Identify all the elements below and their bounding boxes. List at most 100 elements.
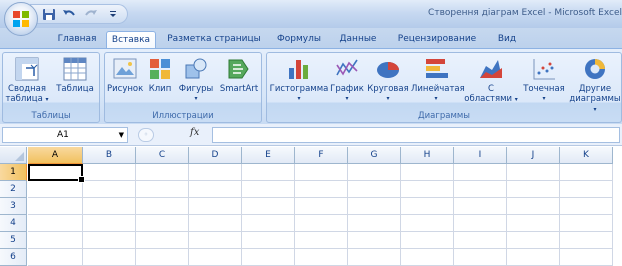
cell-g1[interactable] (348, 164, 401, 181)
row-header-1[interactable]: 1 (0, 164, 27, 181)
column-header-g[interactable]: G (348, 147, 401, 164)
cell-h4[interactable] (401, 215, 454, 232)
cell-b1[interactable] (83, 164, 136, 181)
pivot-table-button[interactable]: Сводная таблица ▾ (5, 56, 49, 105)
cell-e3[interactable] (242, 198, 295, 215)
cell-a5[interactable] (28, 232, 83, 249)
cell-k2[interactable] (560, 181, 613, 198)
cell-k1[interactable] (560, 164, 613, 181)
formula-cancel-icon[interactable]: ◦ (138, 128, 154, 142)
cell-j2[interactable] (507, 181, 560, 198)
cell-d6[interactable] (189, 249, 242, 266)
cell-c6[interactable] (136, 249, 189, 266)
customize-icon[interactable] (108, 8, 118, 21)
cell-g3[interactable] (348, 198, 401, 215)
cell-f6[interactable] (295, 249, 348, 266)
cell-e2[interactable] (242, 181, 295, 198)
line-chart-button[interactable]: График ▾ (329, 56, 365, 104)
cell-i3[interactable] (454, 198, 507, 215)
cell-h5[interactable] (401, 232, 454, 249)
cell-i2[interactable] (454, 181, 507, 198)
tab-data[interactable]: Данные (332, 31, 384, 48)
area-chart-button[interactable]: С областями ▾ (463, 56, 519, 105)
cell-f1[interactable] (295, 164, 348, 181)
cell-a2[interactable] (28, 181, 83, 198)
cell-b3[interactable] (83, 198, 136, 215)
cell-g4[interactable] (348, 215, 401, 232)
row-header-4[interactable]: 4 (0, 215, 27, 232)
cell-c3[interactable] (136, 198, 189, 215)
cell-k4[interactable] (560, 215, 613, 232)
cell-k6[interactable] (560, 249, 613, 266)
cell-d1[interactable] (189, 164, 242, 181)
cell-g2[interactable] (348, 181, 401, 198)
cell-f2[interactable] (295, 181, 348, 198)
pie-chart-button[interactable]: Круговая ▾ (367, 56, 409, 104)
bar-chart-button[interactable]: Линейчатая ▾ (411, 56, 465, 104)
cell-c2[interactable] (136, 181, 189, 198)
shapes-button[interactable]: Фигуры ▾ (177, 56, 215, 104)
cell-b6[interactable] (83, 249, 136, 266)
cell-h2[interactable] (401, 181, 454, 198)
tab-home[interactable]: Главная (52, 31, 102, 48)
column-header-h[interactable]: H (401, 147, 454, 164)
office-button[interactable] (4, 2, 38, 36)
name-box[interactable]: A1 ▼ (2, 127, 128, 143)
cell-f5[interactable] (295, 232, 348, 249)
cell-e5[interactable] (242, 232, 295, 249)
cell-h6[interactable] (401, 249, 454, 266)
cell-e6[interactable] (242, 249, 295, 266)
formula-input[interactable] (212, 127, 620, 143)
cell-b2[interactable] (83, 181, 136, 198)
cell-g5[interactable] (348, 232, 401, 249)
cell-c1[interactable] (136, 164, 189, 181)
tab-insert[interactable]: Вставка (106, 31, 156, 48)
cell-j3[interactable] (507, 198, 560, 215)
clip-art-button[interactable]: Клип (145, 56, 175, 94)
cell-g6[interactable] (348, 249, 401, 266)
other-charts-button[interactable]: Другие диаграммы ▾ (569, 56, 621, 115)
column-header-j[interactable]: J (507, 147, 560, 164)
cell-b4[interactable] (83, 215, 136, 232)
cell-j5[interactable] (507, 232, 560, 249)
cell-j1[interactable] (507, 164, 560, 181)
column-header-c[interactable]: C (136, 147, 189, 164)
undo-icon[interactable] (62, 8, 76, 21)
column-header-k[interactable]: K (560, 147, 613, 164)
cell-b5[interactable] (83, 232, 136, 249)
column-header-e[interactable]: E (242, 147, 295, 164)
cell-h1[interactable] (401, 164, 454, 181)
cell-j6[interactable] (507, 249, 560, 266)
cell-a4[interactable] (28, 215, 83, 232)
cell-c4[interactable] (136, 215, 189, 232)
row-header-3[interactable]: 3 (0, 198, 27, 215)
row-header-6[interactable]: 6 (0, 249, 27, 266)
cell-i6[interactable] (454, 249, 507, 266)
save-icon[interactable] (42, 8, 56, 21)
select-all-button[interactable] (0, 147, 27, 164)
cell-e4[interactable] (242, 215, 295, 232)
table-button[interactable]: Таблица (53, 56, 97, 94)
cell-d4[interactable] (189, 215, 242, 232)
cell-j4[interactable] (507, 215, 560, 232)
cell-i5[interactable] (454, 232, 507, 249)
smartart-button[interactable]: SmartArt (217, 56, 261, 94)
tab-view[interactable]: Вид (488, 31, 526, 48)
tab-review[interactable]: Рецензирование (392, 31, 482, 48)
column-header-f[interactable]: F (295, 147, 348, 164)
cell-h3[interactable] (401, 198, 454, 215)
cell-f3[interactable] (295, 198, 348, 215)
column-header-i[interactable]: I (454, 147, 507, 164)
column-header-b[interactable]: B (83, 147, 136, 164)
cell-k5[interactable] (560, 232, 613, 249)
cell-d5[interactable] (189, 232, 242, 249)
cell-c5[interactable] (136, 232, 189, 249)
redo-icon[interactable] (84, 8, 98, 21)
cell-d3[interactable] (189, 198, 242, 215)
name-box-dropdown-icon[interactable]: ▼ (119, 131, 124, 139)
tab-formulas[interactable]: Формулы (272, 31, 326, 48)
row-header-5[interactable]: 5 (0, 232, 27, 249)
cell-d2[interactable] (189, 181, 242, 198)
cell-a3[interactable] (28, 198, 83, 215)
row-header-2[interactable]: 2 (0, 181, 27, 198)
